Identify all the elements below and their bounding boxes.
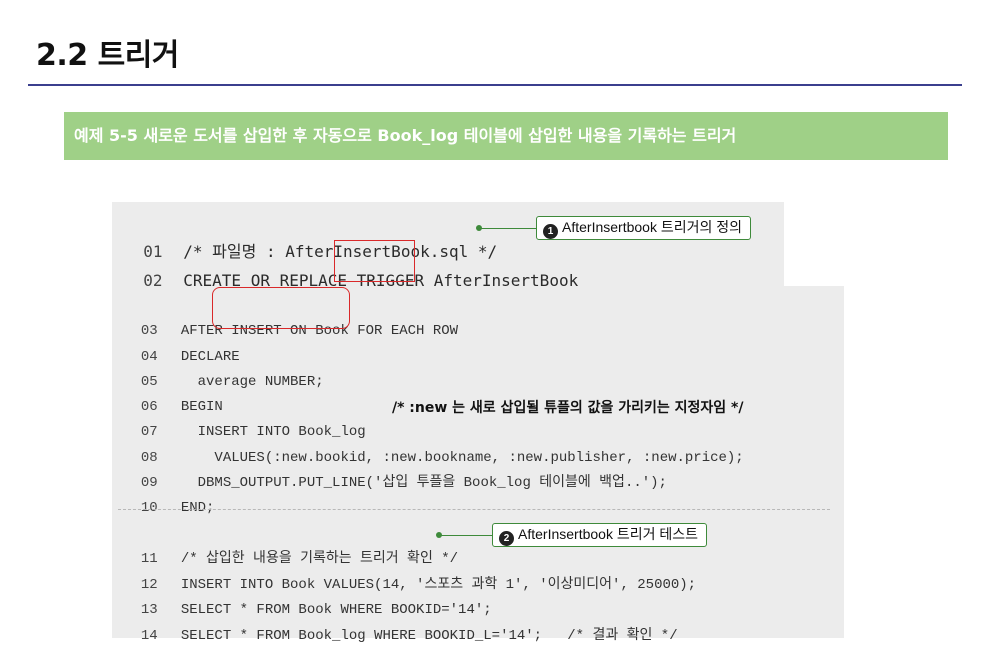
code-text: END; bbox=[180, 500, 215, 516]
callout-label: AfterInsertbook 트리거 테스트 bbox=[518, 526, 698, 542]
code-line-09: 09 DBMS_OUTPUT.PUT_LINE('삽입 투플을 Book_log… bbox=[124, 447, 667, 491]
number-badge-icon: 1 bbox=[543, 224, 558, 239]
section-divider bbox=[118, 509, 830, 510]
line-number: 10 bbox=[140, 500, 158, 516]
number-badge-icon: 2 bbox=[499, 531, 514, 546]
code-line-12: 12 INSERT INTO Book VALUES(14, '스포츠 과학 1'… bbox=[124, 549, 696, 593]
line7-annotation: /* :new 는 새로 삽입될 튜플의 값을 가리키는 지정자임 */ bbox=[392, 400, 744, 416]
code-line-13: 13 SELECT * FROM Book WHERE BOOKID='14'; bbox=[124, 574, 492, 618]
insert-on-book-highlight bbox=[212, 287, 350, 329]
code-line-11: 11/* 삽입한 내용을 기록하는 트리거 확인 */ bbox=[124, 523, 458, 567]
trigger-keyword-highlight bbox=[334, 240, 415, 282]
code-line-06: 06 BEGIN bbox=[124, 371, 223, 415]
code-text: DBMS_OUTPUT.PUT_LINE('삽입 투플을 Book_log 테이… bbox=[180, 475, 667, 491]
code-line-14: 14 SELECT * FROM Book_log WHERE BOOKID_L=… bbox=[124, 600, 678, 644]
code-line-01: 01/* 파일명 : AfterInsertBook.sql */ bbox=[124, 216, 497, 261]
code-line-07: 07 INSERT INTO Book_log bbox=[124, 396, 366, 440]
line-number: 14 bbox=[140, 628, 158, 644]
example-banner: 예제 5-5 새로운 도서를 삽입한 후 자동으로 Book_log 테이블에 … bbox=[64, 112, 948, 160]
callout-label: AfterInsertbook 트리거의 정의 bbox=[562, 219, 742, 235]
callout-2-leader bbox=[440, 535, 492, 536]
callout-trigger-test: 2 AfterInsertbook 트리거 테스트 bbox=[492, 523, 707, 547]
callout-1-leader bbox=[480, 228, 536, 229]
code-line-05: 05 average NUMBER; bbox=[124, 346, 324, 390]
section-title: 2.2 트리거 bbox=[36, 38, 179, 73]
title-divider bbox=[28, 84, 962, 86]
code-line-08: 08 VALUES(:new.bookid, :new.bookname, :n… bbox=[124, 422, 744, 466]
callout-trigger-definition: 1 AfterInsertbook 트리거의 정의 bbox=[536, 216, 751, 240]
code-text: SELECT * FROM Book_log WHERE BOOKID_L='1… bbox=[180, 628, 678, 644]
code-line-10: 10 END; bbox=[124, 472, 215, 516]
line-number: 02 bbox=[143, 271, 163, 290]
